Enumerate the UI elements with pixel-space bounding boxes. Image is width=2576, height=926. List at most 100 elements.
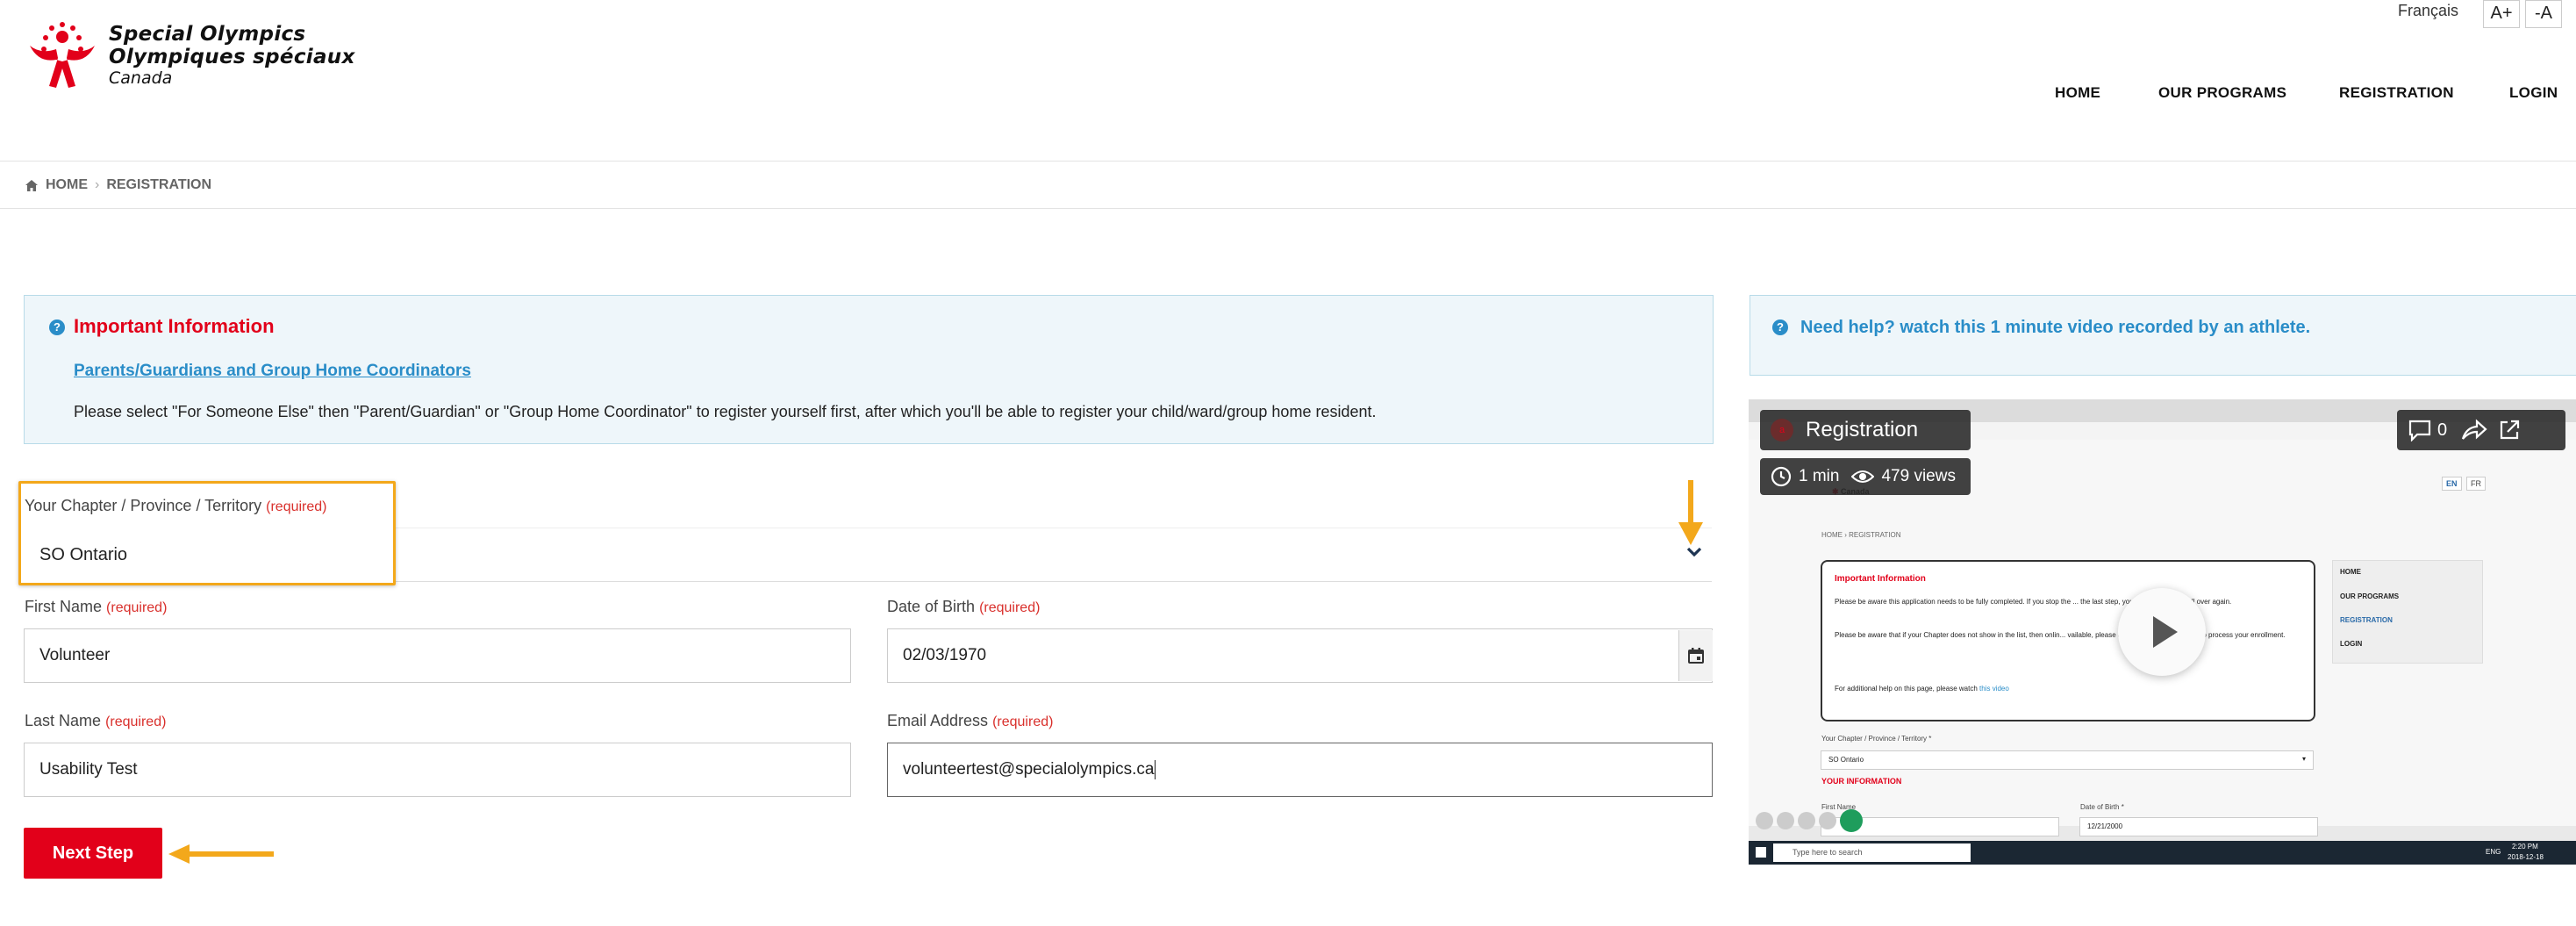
email-required: (required)	[992, 714, 1054, 729]
brand-name: Special Olympics Olympiques spéciaux Can…	[109, 23, 355, 88]
recorder-button	[1756, 812, 1773, 829]
video-windows-taskbar: Type here to search ENG 2:20 PM 2018-12-…	[1749, 841, 2576, 865]
brand-line-2: Olympiques spéciaux	[109, 46, 355, 68]
video-play-button[interactable]	[2118, 588, 2206, 676]
external-link-icon[interactable]	[2498, 419, 2521, 441]
video-duration: 1 min	[1799, 467, 1840, 485]
parents-guardians-link[interactable]: Parents/Guardians and Group Home Coordin…	[74, 362, 471, 381]
windows-start-icon	[1756, 847, 1766, 858]
video-inner-dob-input: 12/21/2000	[2079, 817, 2318, 836]
share-icon[interactable]	[2461, 419, 2487, 441]
last-name-label: Last Name (required)	[25, 712, 166, 730]
home-icon	[25, 179, 38, 191]
video-inner-menu: HOME OUR PROGRAMS REGISTRATION LOGIN	[2332, 560, 2483, 664]
video-inner-chapter-select: SO Ontario ▾	[1821, 750, 2314, 770]
recorder-button	[1819, 812, 1836, 829]
eye-icon	[1851, 470, 1875, 483]
video-inner-info-p1: Please be aware this application needs t…	[1835, 598, 2232, 606]
breadcrumb-home[interactable]: HOME	[46, 177, 88, 193]
nav-our-programs[interactable]: OUR PROGRAMS	[2158, 84, 2286, 102]
special-olympics-logo[interactable]	[23, 19, 102, 93]
chapter-required: (required)	[266, 499, 327, 514]
recorder-check-icon	[1840, 809, 1863, 832]
video-title-pill: a Registration	[1760, 410, 1971, 450]
video-inner-dob-label: Date of Birth *	[2080, 803, 2124, 811]
email-input[interactable]: volunteertest@specialolympics.ca	[887, 743, 1713, 797]
taskbar-lang: ENG	[2486, 848, 2501, 856]
last-name-label-text: Last Name	[25, 712, 102, 729]
question-icon: ?	[49, 319, 65, 335]
video-inner-info-p2: Please be aware that if your Chapter doe…	[1835, 631, 2286, 639]
dob-value: 02/03/1970	[903, 646, 987, 664]
video-inner-chapter-value: SO Ontario	[1828, 756, 1864, 764]
last-name-value: Usability Test	[39, 760, 138, 779]
clock-icon	[1771, 466, 1792, 487]
first-name-label-text: First Name	[25, 598, 103, 615]
video-inner-info-p3-text: For additional help on this page, please…	[1835, 685, 1978, 693]
help-video-player[interactable]: ✱ Canada EN FR HOME › REGISTRATION Impor…	[1749, 399, 2576, 865]
breadcrumb-separator: ›	[95, 177, 100, 192]
text-cursor	[1155, 760, 1156, 779]
video-comment-count: 0	[2437, 420, 2448, 440]
video-inner-menu-home: HOME	[2340, 568, 2361, 576]
nav-home[interactable]: HOME	[2055, 84, 2100, 102]
video-inner-caret-icon: ▾	[2301, 755, 2306, 763]
video-inner-breadcrumb: HOME › REGISTRATION	[1821, 531, 1901, 539]
nav-login[interactable]: LOGIN	[2509, 84, 2558, 102]
breadcrumb: HOME › REGISTRATION	[25, 177, 211, 193]
last-name-required: (required)	[105, 714, 167, 729]
calendar-button[interactable]	[1678, 630, 1713, 681]
help-video-text: Need help? watch this 1 minute video rec…	[1800, 318, 2311, 337]
video-inner-lang-en: EN	[2442, 477, 2462, 491]
arrow-down-annotation-icon	[1678, 480, 1703, 545]
video-inner-info-p3: For additional help on this page, please…	[1835, 685, 2009, 693]
chapter-label-text: Your Chapter / Province / Territory	[25, 497, 262, 514]
calendar-icon	[1688, 648, 1704, 664]
email-label-text: Email Address	[887, 712, 989, 729]
play-icon	[2153, 616, 2178, 648]
dob-label-text: Date of Birth	[887, 598, 976, 615]
dob-input[interactable]: 02/03/1970	[887, 628, 1713, 683]
video-inner-menu-programs: OUR PROGRAMS	[2340, 592, 2400, 600]
video-inner-lang-fr: FR	[2466, 477, 2486, 491]
first-name-value: Volunteer	[39, 646, 111, 664]
chevron-down-icon[interactable]	[1686, 546, 1702, 558]
last-name-input[interactable]: Usability Test	[24, 743, 851, 797]
breadcrumb-current: REGISTRATION	[106, 177, 212, 192]
nav-registration[interactable]: REGISTRATION	[2339, 84, 2454, 102]
chapter-value[interactable]: SO Ontario	[39, 545, 127, 565]
taskbar-search-box: Type here to search	[1773, 843, 1971, 862]
video-inner-section: YOUR INFORMATION	[1821, 777, 1902, 786]
email-label: Email Address (required)	[887, 712, 1053, 730]
brand-line-1: Special Olympics	[109, 23, 306, 46]
recorder-button	[1798, 812, 1815, 829]
language-link[interactable]: Français	[2398, 2, 2458, 20]
next-step-button[interactable]: Next Step	[24, 828, 162, 879]
video-inner-dob-value: 12/21/2000	[2087, 822, 2123, 830]
dob-required: (required)	[979, 600, 1041, 615]
comment-icon[interactable]	[2408, 419, 2432, 441]
video-inner-menu-login: LOGIN	[2340, 640, 2363, 648]
video-inner-info-title: Important Information	[1835, 574, 1926, 584]
taskbar-date: 2018-12-18	[2508, 853, 2544, 861]
video-inner-chapter-label: Your Chapter / Province / Territory *	[1821, 735, 1932, 743]
video-actions-pill: 0	[2397, 410, 2565, 450]
font-decrease-button[interactable]: -A	[2525, 0, 2562, 28]
video-inner-menu-registration: REGISTRATION	[2340, 616, 2393, 624]
dob-label: Date of Birth (required)	[887, 598, 1040, 616]
video-views: 479 views	[1881, 467, 1956, 485]
font-increase-button[interactable]: A+	[2483, 0, 2520, 28]
first-name-required: (required)	[106, 600, 168, 615]
important-info-text: Please select "For Someone Else" then "P…	[74, 403, 1377, 420]
taskbar-search-text: Type here to search	[1792, 848, 1863, 857]
chapter-label: Your Chapter / Province / Territory (req…	[25, 497, 327, 515]
video-meta-pill: 1 min 479 views	[1760, 458, 1971, 495]
first-name-label: First Name (required)	[25, 598, 167, 616]
video-inner-info-link: this video	[1979, 685, 2009, 693]
arrow-left-annotation-icon	[168, 844, 274, 864]
brand-line-3: Canada	[109, 68, 173, 88]
recorder-button	[1777, 812, 1794, 829]
breadcrumb-divider	[0, 208, 2576, 209]
video-author-avatar: a	[1771, 419, 1793, 441]
first-name-input[interactable]: Volunteer	[24, 628, 851, 683]
